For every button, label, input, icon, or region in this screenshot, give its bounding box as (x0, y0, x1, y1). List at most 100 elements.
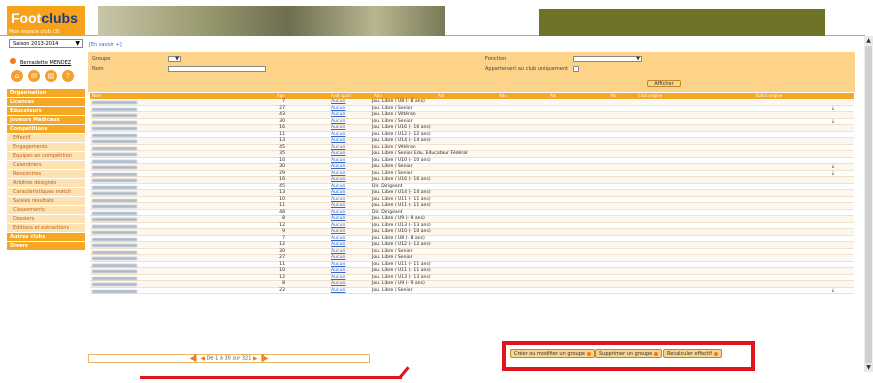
foot-sport-link[interactable]: Aucun (331, 177, 345, 183)
foot-sport-link[interactable]: Aucun (331, 184, 345, 190)
foot-sport-link[interactable]: Aucun (331, 242, 345, 248)
season-select[interactable]: Saison 2013-2014 ▼ (9, 39, 83, 48)
help-icon[interactable]: ? (62, 70, 74, 82)
foot-sport-link[interactable]: Aucun (331, 119, 345, 125)
nom-input[interactable] (168, 66, 266, 72)
foot-sport-link[interactable]: Aucun (331, 210, 345, 216)
foot-sport-link[interactable]: Aucun (331, 229, 345, 235)
sidebar-menu: Organisation Licences Educateurs Joueurs Mé… (7, 89, 85, 251)
age-cell: 43 (279, 112, 285, 117)
mail-icon[interactable]: ✉ (28, 70, 40, 82)
sidebar-item[interactable]: Educateurs (7, 107, 85, 116)
category-cell: Jou. Libre / Senior (372, 170, 413, 176)
pager-text: De 1 à 30 sur 321 (206, 355, 252, 362)
sidebar-item[interactable]: Editions et extractions (7, 224, 85, 233)
sidebar-item[interactable]: Joueurs Médicaux (7, 116, 85, 125)
first-page-icon[interactable]: ◀▌ (190, 355, 199, 362)
sidebar-item[interactable]: Classements (7, 206, 85, 215)
age-cell: 11 (279, 261, 285, 267)
foot-sport-link[interactable]: Aucun (331, 132, 345, 138)
category-cell: Jou. Libre / Senior (372, 118, 413, 124)
home-icon[interactable]: ⌂ (11, 70, 23, 82)
user-link[interactable]: Bernadette MENDEZ (10, 58, 71, 66)
foot-sport-link[interactable]: Aucun (331, 249, 345, 255)
logout-icon[interactable] (10, 58, 16, 64)
fonction-select[interactable]: ▼ (573, 56, 642, 62)
sidebar-item[interactable]: Equipes en compétition (7, 152, 85, 161)
foot-sport-link[interactable]: Aucun (331, 203, 345, 209)
foot-sport-link[interactable]: Aucun (331, 275, 345, 281)
sidebar-item[interactable]: Effectif (7, 134, 85, 143)
scroll-up-icon[interactable]: ▲ (864, 36, 873, 45)
sidebar-item[interactable]: Engagements (7, 143, 85, 152)
recalc-button[interactable]: Recalculer effectif (663, 349, 723, 358)
foot-sport-link[interactable]: Aucun (331, 138, 345, 144)
create-group-button[interactable]: Créer ou modifier un groupe (510, 349, 595, 358)
delete-group-label: Supprimer un groupe (599, 351, 653, 357)
redacted-name (92, 127, 137, 130)
sidebar-item[interactable]: Licences (7, 98, 85, 107)
age-cell: 10 (279, 157, 285, 163)
sidebar-item[interactable]: Rencontres (7, 170, 85, 179)
sidebar-item[interactable]: Saisies résultats (7, 197, 85, 206)
scroll-down-icon[interactable]: ▼ (864, 363, 873, 372)
afficher-button[interactable]: Afficher (647, 80, 681, 87)
foot-sport-link[interactable]: Aucun (331, 112, 345, 118)
foot-sport-link[interactable]: Aucun (331, 216, 345, 222)
foot-sport-link[interactable]: Aucun (331, 158, 345, 164)
category-cell: Jou. Libre / U11 (- 11 ans) (372, 268, 431, 273)
sidebar-item[interactable]: Organisation (7, 89, 85, 98)
foot-sport-link[interactable]: Aucun (331, 171, 345, 177)
foot-sport-link[interactable]: Aucun (331, 164, 345, 170)
age-cell: 45 (279, 144, 285, 150)
redacted-name (92, 120, 137, 124)
foot-sport-link[interactable]: Aucun (331, 281, 345, 287)
sidebar-item[interactable]: Caractéristiques match (7, 188, 85, 197)
foot-sport-link[interactable]: Aucun (331, 99, 345, 105)
delete-group-button[interactable]: Supprimer un groupe (595, 349, 663, 358)
table-row[interactable]: 22 Aucun Jou. Libre / Senior ⤓ (90, 288, 854, 294)
pager: ◀▌ ◀ De 1 à 30 sur 321 ▶ ▐▶ (88, 354, 370, 363)
foot-sport-link[interactable]: Aucun (331, 197, 345, 203)
sidebar-item[interactable]: Autres clubs (7, 233, 85, 242)
foot-sport-link[interactable]: Aucun (331, 268, 345, 274)
redacted-name (92, 276, 137, 280)
sidebar-item[interactable]: Calendriers (7, 161, 85, 170)
prev-page-icon[interactable]: ◀ (200, 355, 205, 362)
appartenant-checkbox[interactable] (573, 66, 579, 72)
category-cell: Jou. Libre / Vétéran (372, 112, 416, 117)
groupe-select[interactable]: ▼ (168, 56, 181, 62)
next-page-icon[interactable]: ▶ (253, 355, 258, 362)
download-icon[interactable]: ⤓ (832, 164, 834, 170)
foot-sport-link[interactable]: Aucun (331, 262, 345, 268)
download-icon[interactable]: ⤓ (832, 171, 834, 177)
sidebar-item[interactable]: Arbitres désignés (7, 179, 85, 188)
scrollbar[interactable]: ▲ ▼ (864, 36, 873, 372)
foot-sport-link[interactable]: Aucun (331, 190, 345, 196)
foot-sport-link[interactable]: Aucun (331, 255, 345, 261)
sidebar-item[interactable]: Divers (7, 242, 85, 251)
scroll-thumb[interactable] (865, 46, 872, 366)
age-cell: 16 (279, 125, 285, 130)
foot-sport-link[interactable]: Aucun (331, 288, 345, 294)
foot-sport-link[interactable]: Aucun (331, 223, 345, 229)
foot-sport-link[interactable]: Aucun (331, 106, 345, 112)
foot-sport-link[interactable]: Aucun (331, 236, 345, 242)
en-savoir-plus-link[interactable]: [En savoir +] (89, 42, 122, 48)
foot-sport-link[interactable]: Aucun (331, 145, 345, 151)
download-icon[interactable]: ⤓ (832, 106, 834, 112)
last-page-icon[interactable]: ▐▶ (259, 355, 268, 362)
foot-sport-link[interactable]: Aucun (331, 125, 345, 131)
category-cell: Jou. Libre / U13 (- 13 ans) (372, 222, 431, 228)
age-cell: 7 (282, 99, 285, 104)
filter-panel: Groupe ▼ Nom Fonction ▼ Appartenant au c… (88, 52, 855, 92)
category-cell: Jou. Libre / U11 (- 11 ans) (372, 261, 431, 267)
print-icon[interactable]: ▤ (45, 70, 57, 82)
download-icon[interactable]: ⤓ (832, 288, 834, 294)
age-cell: 11 (279, 203, 285, 208)
foot-sport-link[interactable]: Aucun (331, 151, 345, 157)
download-icon[interactable]: ⤓ (832, 119, 834, 125)
sidebar-item[interactable]: Compétitions (7, 125, 85, 134)
footclubs-logo[interactable]: Footclubs Mon espace club (3) (7, 6, 85, 36)
sidebar-item[interactable]: Dossiers (7, 215, 85, 224)
